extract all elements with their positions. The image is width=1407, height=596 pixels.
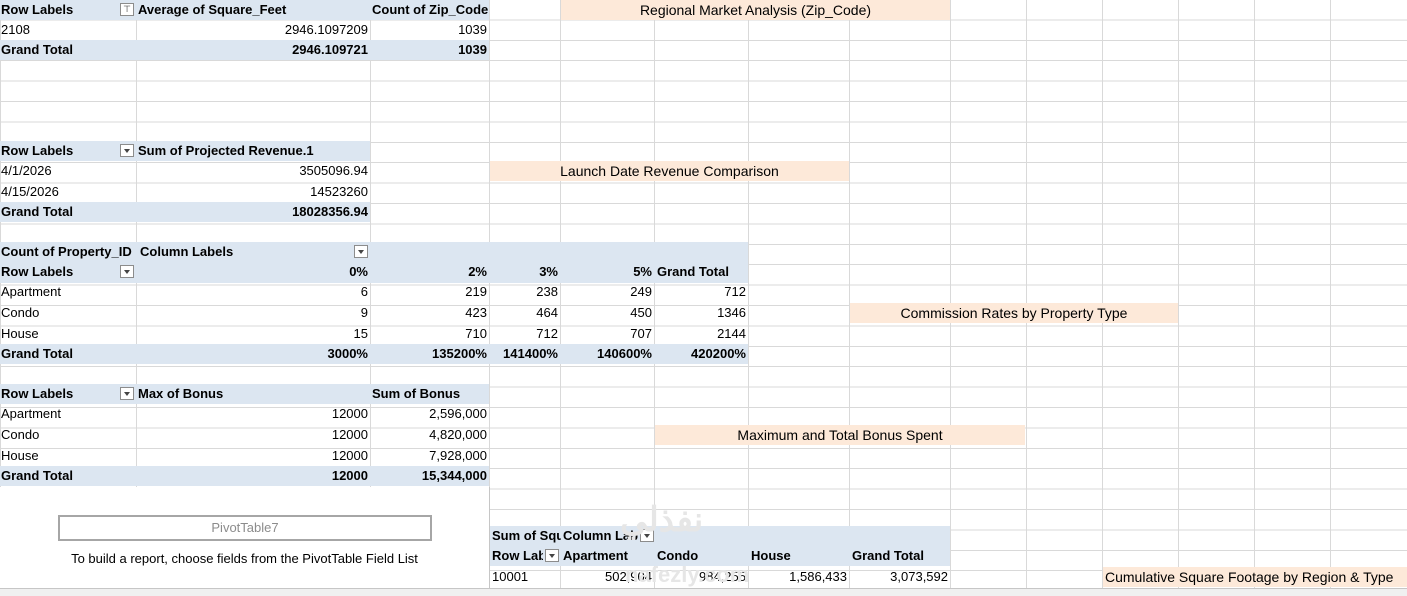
- watermark-latin: nafezly.com: [625, 562, 750, 587]
- pivot1-avg-header[interactable]: Average of Square_Feet: [137, 0, 369, 20]
- pivot3-col-header[interactable]: 3%: [490, 262, 560, 282]
- pivot3-cell[interactable]: 2144: [655, 324, 748, 344]
- pivot3-grand-total-cell[interactable]: 135200%: [371, 344, 489, 364]
- column-divider: [1254, 0, 1255, 595]
- pivot3-row-label[interactable]: House: [0, 324, 136, 344]
- dropdown-arrow-icon[interactable]: [120, 265, 134, 278]
- pivot3-cell[interactable]: 710: [371, 324, 489, 344]
- pivot1-grand-total-count[interactable]: 1039: [371, 40, 489, 60]
- pivot3-grand-total-cell[interactable]: 3000%: [137, 344, 370, 364]
- title-launch-date[interactable]: Launch Date Revenue Comparison: [490, 161, 849, 181]
- pivot5-corner[interactable]: Sum of Squ: [491, 526, 561, 546]
- pivot3-cell[interactable]: 450: [561, 303, 654, 323]
- pivot3-cell[interactable]: 712: [655, 282, 748, 302]
- pivot3-grand-total-cell[interactable]: 141400%: [490, 344, 560, 364]
- pivot4-max-value[interactable]: 12000: [137, 425, 370, 445]
- pivot1-row-label[interactable]: 2108: [0, 20, 136, 40]
- pivot4-row-labels[interactable]: Row Labels: [0, 384, 118, 404]
- pivot1-count-value[interactable]: 1039: [371, 20, 489, 40]
- pivot3-cell[interactable]: 15: [137, 324, 370, 344]
- pivot2-row-value[interactable]: 14523260: [137, 182, 370, 202]
- pivot2-row-label[interactable]: 4/1/2026: [0, 161, 136, 181]
- pivot3-cell[interactable]: 423: [371, 303, 489, 323]
- pivot3-col-header[interactable]: Grand Total: [656, 262, 748, 282]
- column-divider: [1026, 0, 1027, 595]
- pivot4-grand-total-max[interactable]: 12000: [137, 466, 370, 486]
- pivot2-row-label[interactable]: 4/15/2026: [0, 182, 136, 202]
- pivot5-cell[interactable]: 1,586,433: [749, 567, 849, 587]
- pivot5-row-label[interactable]: 10001: [491, 567, 560, 587]
- pivot3-cell[interactable]: 464: [490, 303, 560, 323]
- dropdown-arrow-icon[interactable]: [354, 245, 368, 258]
- pivot2-grand-total-label[interactable]: Grand Total: [0, 202, 136, 222]
- pivot3-row-labels[interactable]: Row Labels: [0, 262, 118, 282]
- pivot3-row-label[interactable]: Condo: [0, 303, 136, 323]
- pivot4-sum-header[interactable]: Sum of Bonus: [371, 384, 489, 404]
- column-divider: [950, 0, 951, 595]
- dropdown-arrow-icon[interactable]: [120, 387, 134, 400]
- pivot2-row-labels[interactable]: Row Labels: [0, 141, 118, 161]
- pivot4-sum-value[interactable]: 7,928,000: [371, 446, 489, 466]
- pivot4-grand-total-sum[interactable]: 15,344,000: [371, 466, 489, 486]
- pivot3-row-label[interactable]: Apartment: [0, 282, 136, 302]
- pivot3-cell[interactable]: 9: [137, 303, 370, 323]
- pivot3-grand-total-label[interactable]: Grand Total: [0, 344, 136, 364]
- pivot1-count-header[interactable]: Count of Zip_Code: [371, 0, 489, 20]
- watermark-arabic: نفذلي: [620, 501, 704, 539]
- column-divider: [849, 0, 850, 595]
- pivot3-column-labels[interactable]: Column Labels: [139, 242, 339, 262]
- pivottable-placeholder[interactable]: PivotTable7 To build a report, choose fi…: [0, 487, 490, 595]
- pivot5-cell[interactable]: 3,073,592: [850, 567, 950, 587]
- pivot4-sum-value[interactable]: 2,596,000: [371, 404, 489, 424]
- pivot1-row-labels[interactable]: Row Labels: [0, 0, 118, 20]
- pivot3-grand-total-cell[interactable]: 420200%: [655, 344, 748, 364]
- column-divider: [1178, 0, 1179, 595]
- pivottable-name: PivotTable7: [58, 515, 432, 541]
- pivot2-value-header[interactable]: Sum of Projected Revenue.1: [137, 141, 370, 161]
- title-cumulative-sqft[interactable]: Cumulative Square Footage by Region & Ty…: [1103, 567, 1407, 587]
- pivot1-grand-total-avg[interactable]: 2946.109721: [137, 40, 370, 60]
- column-divider: [748, 0, 749, 595]
- pivot4-max-value[interactable]: 12000: [137, 446, 370, 466]
- pivot3-cell[interactable]: 238: [490, 282, 560, 302]
- title-regional-market[interactable]: Regional Market Analysis (Zip_Code): [561, 0, 950, 20]
- column-divider: [1330, 0, 1331, 595]
- pivot4-sum-value[interactable]: 4,820,000: [371, 425, 489, 445]
- pivot3-cell[interactable]: 707: [561, 324, 654, 344]
- pivot3-cell[interactable]: 249: [561, 282, 654, 302]
- pivot4-row-label[interactable]: House: [0, 446, 136, 466]
- pivot3-cell[interactable]: 6: [137, 282, 370, 302]
- pivot3-col-header[interactable]: 0%: [137, 262, 370, 282]
- pivot4-max-header[interactable]: Max of Bonus: [137, 384, 370, 404]
- dropdown-arrow-icon[interactable]: [545, 549, 559, 562]
- pivot3-col-header[interactable]: 2%: [371, 262, 489, 282]
- pivot5-col-header[interactable]: Grand Total: [851, 546, 950, 566]
- pivot4-max-value[interactable]: 12000: [137, 404, 370, 424]
- column-divider: [1102, 0, 1103, 595]
- title-bonus[interactable]: Maximum and Total Bonus Spent: [655, 425, 1025, 445]
- pivot3-cell[interactable]: 219: [371, 282, 489, 302]
- dropdown-arrow-icon[interactable]: [120, 144, 134, 157]
- pivot4-row-label[interactable]: Condo: [0, 425, 136, 445]
- pivot5-col-header[interactable]: House: [750, 546, 849, 566]
- pivot3-corner[interactable]: Count of Property_ID: [0, 242, 136, 262]
- pivot3-cell[interactable]: 712: [490, 324, 560, 344]
- pivot1-avg-value[interactable]: 2946.1097209: [137, 20, 370, 40]
- pivot1-grand-total-label[interactable]: Grand Total: [0, 40, 136, 60]
- pivot3-col-header[interactable]: 5%: [561, 262, 654, 282]
- pivot5-row-labels[interactable]: Row Lab: [491, 546, 543, 566]
- title-commission-rates[interactable]: Commission Rates by Property Type: [850, 303, 1178, 323]
- pivot3-cell[interactable]: 1346: [655, 303, 748, 323]
- pivottable-hint: To build a report, choose fields from th…: [71, 551, 418, 566]
- filter-applied-icon[interactable]: ⊤: [120, 3, 134, 16]
- pivot2-grand-total-value[interactable]: 18028356.94: [137, 202, 370, 222]
- pivot4-row-label[interactable]: Apartment: [0, 404, 136, 424]
- pivot3-grand-total-cell[interactable]: 140600%: [561, 344, 654, 364]
- pivot4-grand-total-label[interactable]: Grand Total: [0, 466, 136, 486]
- pivot2-row-value[interactable]: 3505096.94: [137, 161, 370, 181]
